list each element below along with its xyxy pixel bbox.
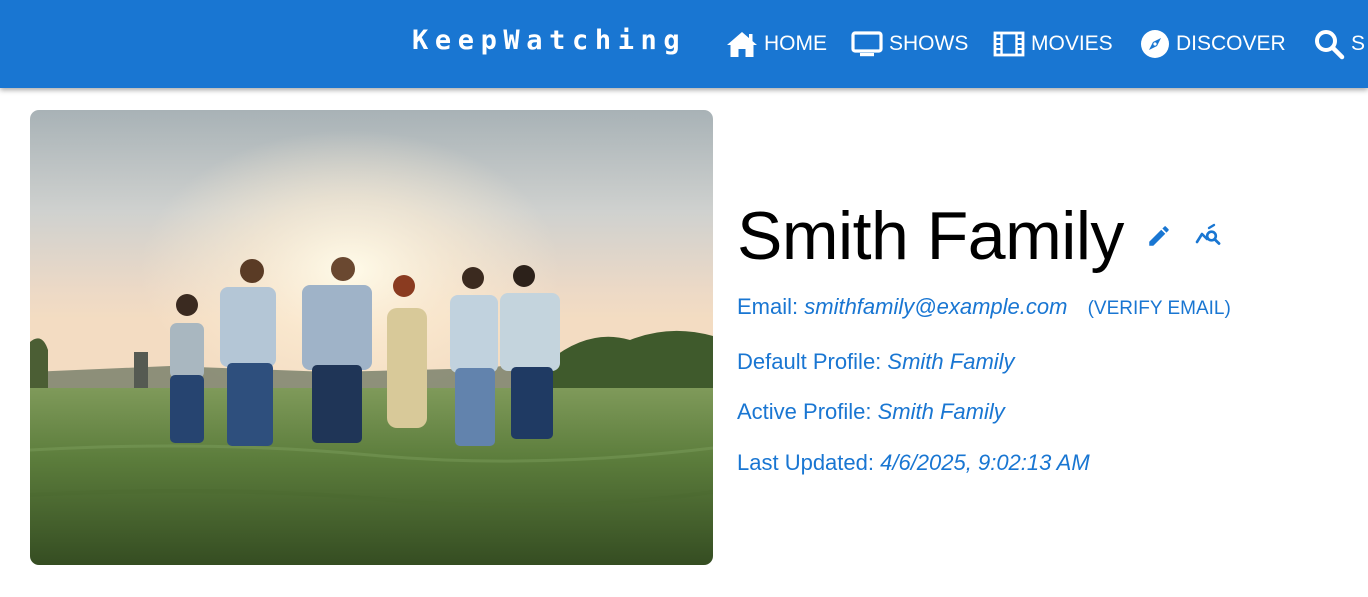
search-icon bbox=[1313, 28, 1345, 60]
tv-icon bbox=[851, 30, 883, 58]
account-title-row: Smith Family bbox=[737, 196, 1222, 276]
nav-movies-label: MOVIES bbox=[1031, 32, 1113, 55]
app-bar: KeepWatching HOME SHOWS MOVIES DISCOVER … bbox=[0, 0, 1368, 88]
email-row: Email: smithfamily@example.com (VERIFY E… bbox=[737, 294, 1231, 320]
default-profile-label: Default Profile: bbox=[737, 349, 882, 374]
compass-icon bbox=[1140, 29, 1170, 59]
active-profile-value: Smith Family bbox=[877, 399, 1005, 424]
last-updated-label: Last Updated: bbox=[737, 450, 874, 475]
email-label: Email: bbox=[737, 294, 799, 319]
nav-shows-button[interactable]: SHOWS bbox=[851, 26, 968, 62]
nav-search-button[interactable]: S bbox=[1313, 26, 1365, 62]
query-stats-icon[interactable] bbox=[1194, 222, 1222, 250]
nav-shows-label: SHOWS bbox=[889, 32, 969, 55]
default-profile-row: Default Profile: Smith Family bbox=[737, 349, 1015, 375]
active-profile-row: Active Profile: Smith Family bbox=[737, 399, 1005, 425]
nav-search-label: S bbox=[1351, 32, 1366, 55]
email-value: smithfamily@example.com bbox=[804, 294, 1068, 319]
last-updated-row: Last Updated: 4/6/2025, 9:02:13 AM bbox=[737, 450, 1090, 476]
nav-discover-button[interactable]: DISCOVER bbox=[1140, 26, 1286, 62]
verify-email-button[interactable]: (VERIFY EMAIL) bbox=[1088, 298, 1231, 319]
active-profile-label: Active Profile: bbox=[737, 399, 872, 424]
nav-discover-label: DISCOVER bbox=[1176, 32, 1286, 55]
edit-icon[interactable] bbox=[1146, 223, 1172, 249]
default-profile-value: Smith Family bbox=[887, 349, 1015, 374]
account-photo bbox=[30, 110, 713, 565]
nav-movies-button[interactable]: MOVIES bbox=[993, 26, 1113, 62]
account-name: Smith Family bbox=[737, 198, 1124, 274]
nav-home-button[interactable]: HOME bbox=[726, 26, 827, 62]
app-title[interactable]: KeepWatching bbox=[412, 24, 686, 58]
film-icon bbox=[993, 30, 1025, 58]
last-updated-value: 4/6/2025, 9:02:13 AM bbox=[880, 450, 1090, 475]
nav-home-label: HOME bbox=[764, 32, 827, 55]
home-icon bbox=[726, 30, 758, 58]
